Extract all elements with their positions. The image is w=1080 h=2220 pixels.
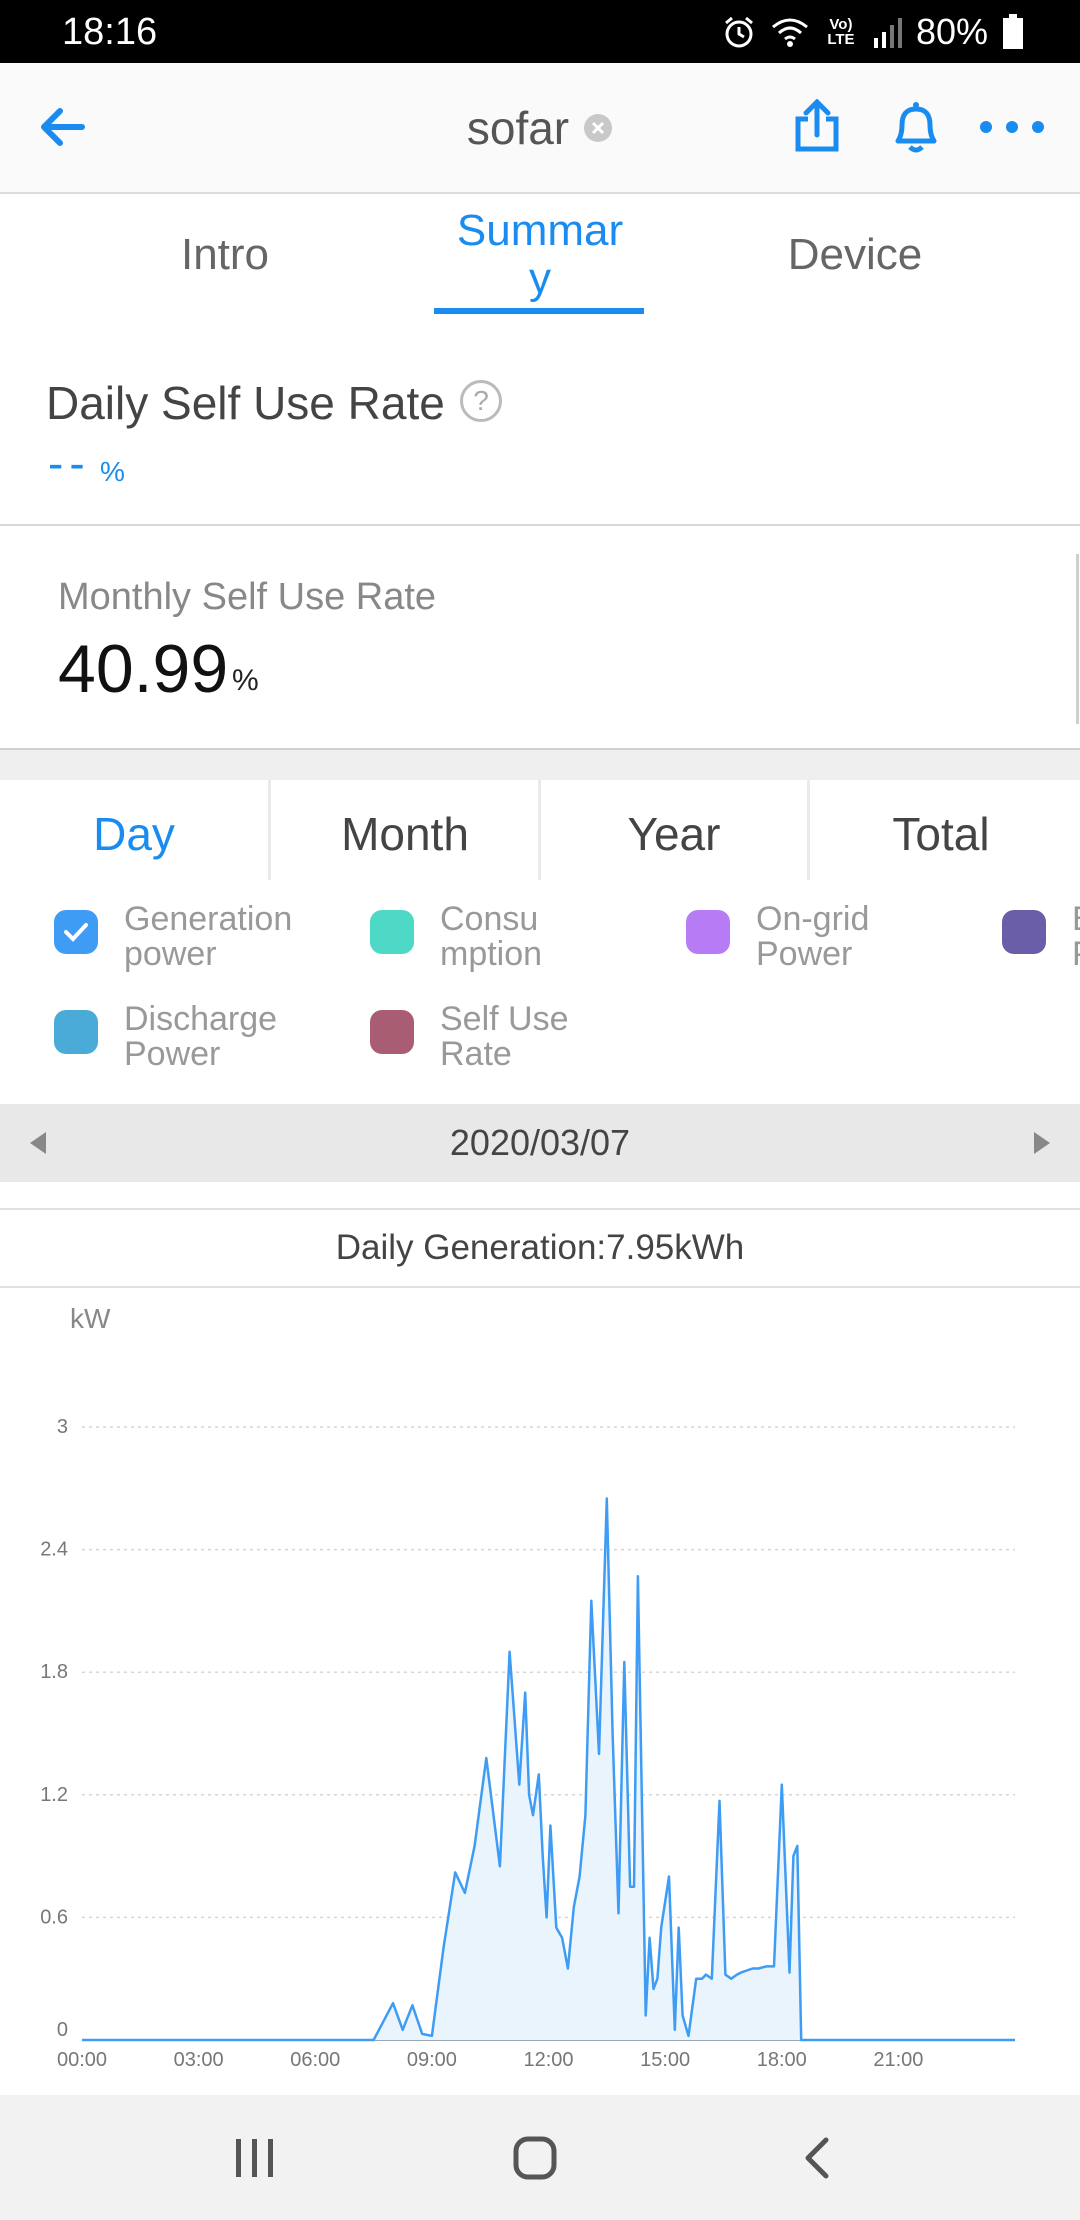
next-date-icon[interactable] [1032,1130,1052,1156]
period-tab-total[interactable]: Total [807,780,1075,888]
recent-apps-icon[interactable] [232,2137,278,2179]
active-tab-indicator [434,308,644,314]
alarm-icon [724,16,753,48]
y-tick-label: 1.2 [40,1784,68,1806]
monthly-self-use-label: Monthly Self Use Rate [58,576,437,618]
share-icon[interactable] [792,99,842,153]
legend-label: Consu mption [440,900,543,973]
app-header: sofar [0,63,1080,194]
daily-self-use-label: Daily Self Use Rate [46,377,445,429]
legend-swatch[interactable] [1002,910,1046,954]
y-tick-label: 0.6 [40,1906,68,1928]
volte-icon: Vo) LTE [827,16,855,48]
period-tab-day[interactable]: Day [0,780,268,888]
daily-self-use-value: -- [48,437,91,489]
section-gap [0,750,1080,780]
x-axis-ticks: 00:00 03:00 06:00 09:00 12:00 15:00 18:00 21:00 [57,2049,923,2071]
date-selector: 2020/03/07 [0,1104,1080,1182]
wifi-icon [771,18,808,47]
daily-self-use-unit: % [100,456,125,487]
daily-self-use-card: Daily Self Use Rate ? -- % [0,316,1080,526]
status-bar: 18:16 Vo) LTE 80% [0,0,1080,63]
period-tab-month[interactable]: Month [271,780,539,888]
period-tab-year[interactable]: Year [540,780,808,888]
y-tick-label: 0 [57,2019,68,2041]
home-icon[interactable] [512,2135,558,2181]
x-tick-label: 06:00 [290,2049,340,2071]
tab-intro[interactable]: Intro [100,194,350,316]
x-tick-label: 21:00 [873,2049,923,2071]
battery-icon [1003,14,1023,49]
battery-percent: 80% [915,11,988,52]
more-icon[interactable] [978,119,1046,135]
x-tick-label: 18:00 [757,2049,807,2071]
monthly-self-use-unit: % [232,664,259,697]
y-tick-label: 3 [57,1416,68,1438]
tab-device[interactable]: Device [730,194,980,316]
y-axis-label: kW [70,1303,111,1334]
page-title: sofar [466,101,570,154]
monthly-self-use-card: Monthly Self Use Rate 40.99 % [0,526,1080,750]
daily-generation-bar: Daily Generation:7.95kWh [0,1208,1080,1288]
generation-power-area [82,1498,1015,2040]
legend-label: On-grid Power [756,900,870,973]
x-tick-label: 03:00 [174,2049,224,2071]
legend-label: Discharge Power [124,1000,278,1073]
signal-icon [873,18,902,48]
legend-label: B P [1072,902,1080,972]
y-axis-ticks: 0 0.6 1.2 1.8 2.4 3 [40,1416,68,2041]
y-tick-label: 1.8 [40,1661,68,1683]
help-icon[interactable]: ? [460,380,502,422]
selected-date[interactable]: 2020/03/07 [0,1104,1080,1182]
status-icons: Vo) LTE 80% [722,10,1024,54]
x-tick-label: 00:00 [57,2049,107,2071]
y-tick-label: 2.4 [40,1539,68,1561]
card-divider [1076,554,1079,724]
legend-swatch[interactable] [370,910,414,954]
monthly-self-use-value: 40.99 [58,631,229,707]
tab-bar: Intro Summar y Device [0,194,1080,319]
period-tabs: Day Month Year Total [0,780,1080,888]
checkbox-checked-icon[interactable] [54,910,98,954]
status-time: 18:16 [62,11,158,53]
bell-icon[interactable] [888,99,944,155]
system-nav-bar [0,2095,1080,2220]
legend-label: Self Use Rate [440,1000,569,1073]
chart-legend: Generation power Consu mption On-grid Po… [0,888,1080,1104]
x-tick-label: 09:00 [407,2049,457,2071]
power-chart: 0 0.6 1.2 1.8 2.4 3 00:00 03:00 06:00 09:00 12:00… [40,1303,1015,2071]
tab-summary[interactable]: Summar y [420,194,660,316]
x-tick-label: 12:00 [523,2049,573,2071]
legend-swatch[interactable] [686,910,730,954]
legend-swatch[interactable] [370,1010,414,1054]
legend-label: Generation power [124,900,293,973]
legend-swatch[interactable] [54,1010,98,1054]
clear-icon[interactable] [583,113,613,143]
x-tick-label: 15:00 [640,2049,690,2071]
back-nav-icon[interactable] [800,2137,832,2179]
daily-generation-text: Daily Generation:7.95kWh [335,1228,745,1267]
